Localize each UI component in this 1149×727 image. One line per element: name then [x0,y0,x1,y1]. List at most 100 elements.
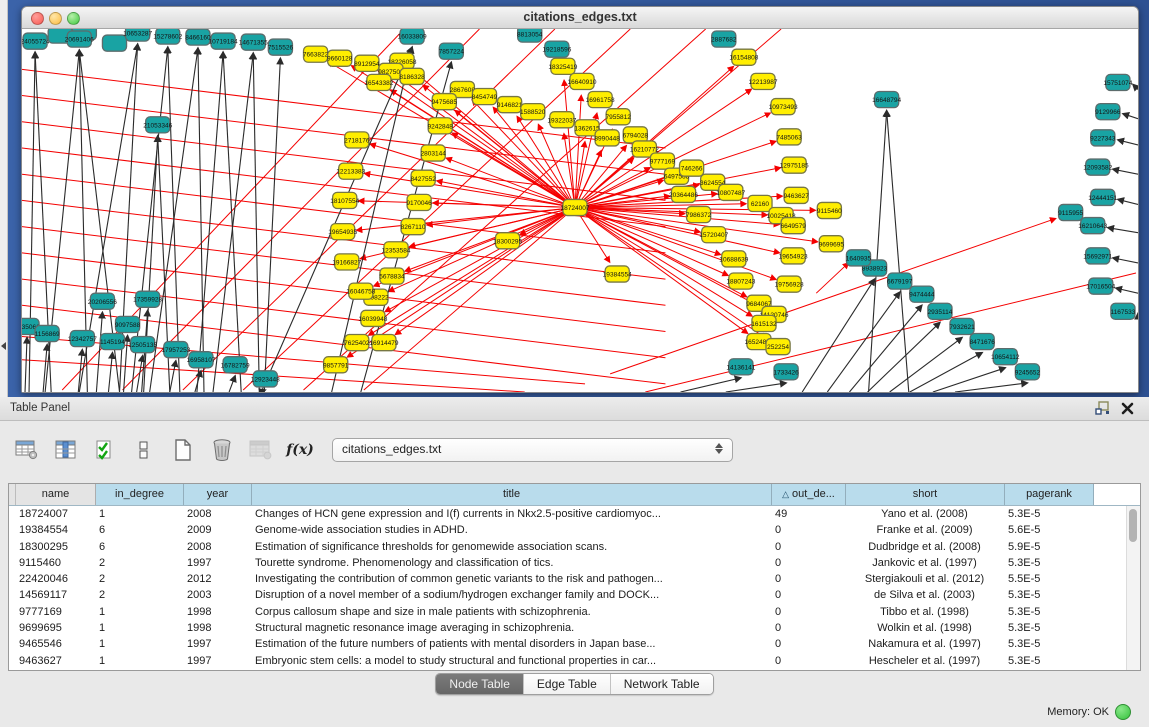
cited-node-9699695[interactable]: 9699695 [819,236,845,252]
cited-node-9857791[interactable]: 9857791 [323,357,349,373]
node-1156869[interactable]: 1156869 [35,325,60,341]
table-scrollbar[interactable] [1126,506,1140,670]
node-12342757[interactable]: 12342757 [68,330,97,346]
network-canvas[interactable]: 1872400718300295193845549242848280314484… [22,29,1138,392]
table-cell[interactable]: 2003 [183,587,251,603]
cited-node-19654923[interactable]: 19654923 [779,248,808,264]
node-20691406[interactable]: 20691406 [65,31,94,47]
cited-node-8990448[interactable]: 8990448 [594,130,620,146]
table-cell[interactable]: 19384554 [15,522,95,538]
cited-node-746266[interactable]: 746266 [680,160,704,176]
node-17359928[interactable]: 17359928 [133,291,162,307]
table-cell[interactable]: 1 [95,506,183,522]
node-21053346[interactable]: 21053346 [143,117,172,133]
node-8813054[interactable]: 8813054 [517,29,543,42]
table-cell[interactable]: Dudbridge et al. (2008) [845,539,1004,555]
node-16648794[interactable]: 16648794 [872,92,901,108]
table-cell[interactable]: 5.3E-5 [1004,653,1093,669]
table-cell[interactable]: Hescheler et al. (1997) [845,653,1004,669]
column-header-out-de-[interactable]: △out_de... [772,484,846,505]
node-7857224[interactable]: 7857224 [439,43,465,59]
table-cell[interactable]: 0 [771,555,845,571]
node-16782759[interactable]: 16782759 [221,357,250,373]
column-header-title[interactable]: title [252,484,772,505]
table-cell[interactable]: 0 [771,571,845,587]
cited-node-8186328[interactable]: 8186328 [399,68,425,84]
table-cell[interactable]: 9115460 [15,555,95,571]
cited-node-12975185[interactable]: 12975185 [780,157,809,173]
table-cell[interactable]: Tourette syndrome. Phenomenology and cla… [251,555,771,571]
citation-edge[interactable] [645,273,1136,392]
table-cell[interactable]: 2008 [183,506,251,522]
edge[interactable] [264,58,280,392]
node-17016504[interactable]: 17016504 [1086,278,1115,294]
table-cell[interactable]: 0 [771,604,845,620]
table-cell[interactable]: 6 [95,522,183,538]
table-row[interactable]: 1456911722003Disruption of a novel membe… [9,587,1126,603]
node-2935114[interactable]: 2935114 [927,303,952,319]
node-8466160[interactable]: 8466160 [185,29,211,45]
cited-node-9146821[interactable]: 9146821 [497,97,523,113]
table-cell[interactable]: 2009 [183,522,251,538]
cited-node-10973493[interactable]: 10973493 [769,99,798,115]
memory-status-indicator[interactable] [1115,704,1131,720]
table-cell[interactable]: 1 [95,653,183,669]
node-2887682[interactable]: 2887682 [711,31,737,47]
table-cell[interactable]: 5.6E-5 [1004,522,1093,538]
scrollbar-thumb[interactable] [1129,509,1137,542]
table-cell[interactable]: Disruption of a novel member of a sodium… [251,587,771,603]
table-cell[interactable]: 49 [771,506,845,522]
table-row[interactable]: 1872400712008Changes of HCN gene express… [9,506,1126,522]
node-8471676[interactable]: 8471676 [969,334,995,350]
table-cell[interactable]: Embryonic stem cells: a model to study s… [251,653,771,669]
node-9227343[interactable]: 9227343 [1090,130,1116,146]
cited-node-19756928[interactable]: 19756928 [775,276,804,292]
table-cell[interactable]: 1998 [183,604,251,620]
node-15751074[interactable]: 15751074 [1103,74,1132,90]
cited-node-2718176[interactable]: 2718176 [344,132,370,148]
edge[interactable] [869,111,887,392]
close-panel-icon[interactable] [1121,401,1135,416]
table-cell[interactable]: 0 [771,636,845,652]
edge[interactable] [1118,140,1138,145]
edge[interactable] [1133,84,1138,89]
node-10654112[interactable]: 10654112 [991,349,1020,365]
node-7515526[interactable]: 7515526 [268,39,294,55]
edge[interactable] [170,361,176,392]
edge[interactable] [849,305,921,392]
column-header-name[interactable]: name [16,484,96,505]
node-12444151[interactable]: 12444151 [1088,189,1117,205]
node-9474444[interactable]: 9474444 [909,286,935,302]
cited-node-18807243[interactable]: 18807243 [726,273,755,289]
cited-node-12213383[interactable]: 12213383 [336,163,365,179]
cited-node-15720407[interactable]: 15720407 [699,227,728,243]
tab-node-table[interactable]: Node Table [436,674,523,694]
table-cell[interactable]: 5.3E-5 [1004,587,1093,603]
function-builder-icon[interactable]: f(x) [287,437,313,463]
table-cell[interactable]: 5.3E-5 [1004,604,1093,620]
node-15278602[interactable]: 15278602 [153,29,182,44]
table-cell[interactable]: de Silva et al. (2003) [845,587,1004,603]
table-cell[interactable]: Corpus callosum shape and size in male p… [251,604,771,620]
table-cell[interactable]: Structural magnetic resonance image aver… [251,620,771,636]
cited-node-7485063[interactable]: 7485063 [776,129,802,145]
node-14136141[interactable]: 14136141 [726,359,755,375]
cited-node-16543382[interactable]: 16543382 [364,74,393,90]
table-cell[interactable]: Genome-wide association studies in ADHD. [251,522,771,538]
node-12505135[interactable]: 12505135 [128,337,157,353]
cited-node-8912954[interactable]: 8912954 [354,55,380,71]
table-settings-icon[interactable] [14,437,40,463]
table-cell[interactable]: Estimation of significance thresholds fo… [251,539,771,555]
table-cell[interactable]: 9777169 [15,604,95,620]
column-header-short[interactable]: short [846,484,1005,505]
edge[interactable] [1113,258,1138,263]
cited-node-2803144[interactable]: 2803144 [421,145,447,161]
cited-node-19384554[interactable]: 19384554 [603,266,632,282]
table-cell[interactable]: Yano et al. (2008) [845,506,1004,522]
table-cell[interactable]: 9463627 [15,653,95,669]
cited-node-18107554[interactable]: 18107554 [330,192,359,208]
window-close-button[interactable] [31,12,44,25]
cited-node-9475685[interactable]: 9475685 [432,94,458,110]
table-cell[interactable]: 0 [771,539,845,555]
table-cell[interactable]: 5.3E-5 [1004,620,1093,636]
